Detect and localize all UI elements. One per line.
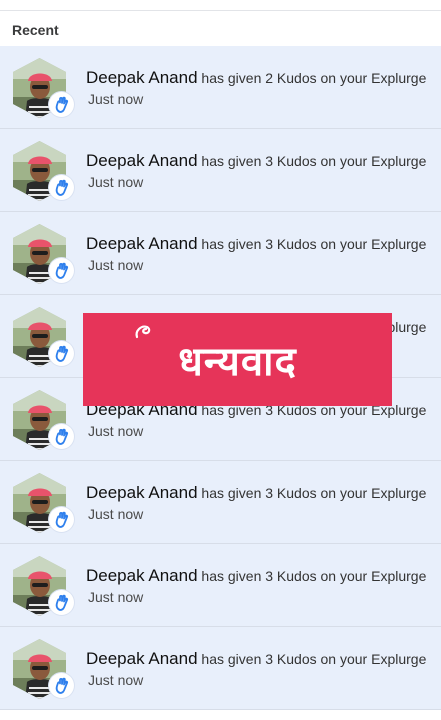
kudos-hand-icon: [49, 92, 74, 117]
kudos-hand-icon: [49, 258, 74, 283]
kudos-hand-icon: [49, 175, 74, 200]
timestamp: Just now: [88, 91, 144, 107]
message-text: has given 3 Kudos on your Explurge: [197, 153, 427, 169]
notification-item[interactable]: Deepak Anand has given 3 Kudos on your E…: [0, 129, 441, 212]
notification-message: Deepak Anand has given 3 Kudos on your E…: [86, 151, 436, 171]
user-name[interactable]: Deepak Anand: [86, 566, 198, 585]
notification-message: Deepak Anand has given 3 Kudos on your E…: [86, 483, 436, 503]
user-name[interactable]: Deepak Anand: [86, 234, 198, 253]
user-name[interactable]: Deepak Anand: [86, 68, 198, 87]
message-text: has given 3 Kudos on your Explurge: [197, 651, 427, 667]
user-name[interactable]: Deepak Anand: [86, 649, 198, 668]
timestamp: Just now: [88, 506, 144, 522]
kudos-hand-icon: [49, 507, 74, 532]
notification-item[interactable]: Deepak Anand has given 3 Kudos on your E…: [0, 544, 441, 627]
notification-item[interactable]: Deepak Anand has given 3 Kudos on your E…: [0, 212, 441, 295]
swirl-decoration: [135, 325, 151, 339]
notification-item[interactable]: Deepak Anand has given 2 Kudos on your E…: [0, 46, 441, 129]
notification-text: Deepak Anand has given 2 Kudos on your E…: [86, 68, 436, 108]
top-divider: [0, 0, 441, 11]
notification-text: Deepak Anand has given 3 Kudos on your E…: [86, 483, 436, 523]
message-text: has given 3 Kudos on your Explurge: [197, 236, 427, 252]
notification-text: Deepak Anand has given 3 Kudos on your E…: [86, 400, 436, 440]
timestamp: Just now: [88, 423, 144, 439]
notification-text: Deepak Anand has given 3 Kudos on your E…: [86, 234, 436, 274]
notification-text: Deepak Anand has given 3 Kudos on your E…: [86, 151, 436, 191]
kudos-hand-icon: [49, 590, 74, 615]
timestamp: Just now: [88, 589, 144, 605]
section-title: Recent: [12, 22, 59, 38]
notification-message: Deepak Anand has given 3 Kudos on your E…: [86, 566, 436, 586]
message-text: has given 3 Kudos on your Explurge: [197, 485, 427, 501]
notification-text: Deepak Anand has given 3 Kudos on your E…: [86, 566, 436, 606]
notification-message: Deepak Anand has given 2 Kudos on your E…: [86, 68, 436, 88]
notification-item[interactable]: Deepak Anand has given 3 Kudos on your E…: [0, 627, 441, 710]
notification-message: Deepak Anand has given 3 Kudos on your E…: [86, 649, 436, 669]
dhanyavad-overlay: धन्यवाद: [83, 313, 392, 406]
timestamp: Just now: [88, 257, 144, 273]
timestamp: Just now: [88, 672, 144, 688]
kudos-hand-icon: [49, 424, 74, 449]
notification-message: Deepak Anand has given 3 Kudos on your E…: [86, 234, 436, 254]
kudos-hand-icon: [49, 341, 74, 366]
user-name[interactable]: Deepak Anand: [86, 483, 198, 502]
kudos-hand-icon: [49, 673, 74, 698]
timestamp: Just now: [88, 174, 144, 190]
overlay-text: धन्यवाद: [178, 339, 297, 385]
recent-section-header: Recent: [0, 12, 441, 46]
message-text: has given 3 Kudos on your Explurge: [197, 568, 427, 584]
notification-item[interactable]: Deepak Anand has given 3 Kudos on your E…: [0, 461, 441, 544]
notification-text: Deepak Anand has given 3 Kudos on your E…: [86, 649, 436, 689]
user-name[interactable]: Deepak Anand: [86, 151, 198, 170]
bottom-strip: [0, 710, 441, 720]
message-text: has given 2 Kudos on your Explurge: [197, 70, 427, 86]
